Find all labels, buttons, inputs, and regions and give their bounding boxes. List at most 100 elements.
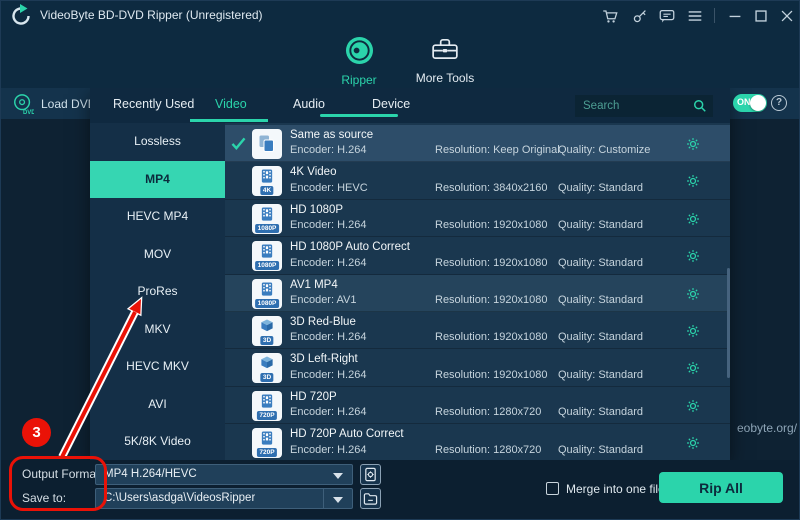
format-row[interactable]: 3D 3D Red-Blue Encoder: H.264 Resolution… — [225, 312, 730, 349]
format-quality: Quality: Standard — [558, 294, 643, 306]
active-tab-underline — [320, 114, 398, 117]
svg-text:DVD: DVD — [23, 110, 34, 115]
sidebar-format-item[interactable]: MOV — [90, 236, 225, 274]
key-icon[interactable] — [631, 7, 649, 25]
format-title: 4K Video — [290, 166, 336, 178]
film-icon — [260, 430, 275, 446]
gear-icon[interactable] — [685, 360, 701, 376]
output-format-dropdown[interactable]: MP4 H.264/HEVC — [95, 464, 353, 485]
gear-icon[interactable] — [685, 248, 701, 264]
gear-icon[interactable] — [685, 323, 701, 339]
video-tab-underline — [190, 119, 268, 122]
format-title: HD 720P Auto Correct — [290, 428, 404, 440]
format-quality: Quality: Standard — [558, 182, 643, 194]
check-icon — [231, 137, 246, 150]
ripper-icon — [345, 36, 374, 65]
format-resolution: Resolution: 1920x1080 — [435, 369, 548, 381]
format-resolution: Resolution: 1920x1080 — [435, 219, 548, 231]
format-row[interactable]: 4K 4K Video Encoder: HEVC Resolution: 38… — [225, 162, 730, 199]
titlebar-separator — [714, 8, 715, 23]
gear-icon[interactable] — [685, 286, 701, 302]
format-row[interactable]: 3D 3D Left-Right Encoder: H.264 Resoluti… — [225, 349, 730, 386]
format-title: 3D Red-Blue — [290, 316, 356, 328]
save-to-label: Save to: — [22, 491, 66, 505]
sidebar-format-item[interactable]: AVI — [90, 386, 225, 424]
cart-icon[interactable] — [601, 7, 619, 25]
tab-recently-used[interactable]: Recently Used — [113, 97, 194, 111]
format-icon: 720P — [252, 391, 282, 421]
format-row[interactable]: 1080P HD 1080P Encoder: H.264 Resolution… — [225, 200, 730, 237]
merge-checkbox[interactable] — [546, 482, 559, 495]
format-resolution: Resolution: 1920x1080 — [435, 331, 548, 343]
film-icon — [260, 168, 275, 184]
gear-icon[interactable] — [685, 173, 701, 189]
tab-ripper[interactable]: Ripper — [320, 36, 398, 87]
sidebar-format-item[interactable]: MKV — [90, 311, 225, 349]
profile-settings-button[interactable] — [360, 464, 381, 485]
annotation-step-badge: 3 — [22, 418, 51, 447]
close-icon[interactable] — [778, 7, 796, 25]
format-resolution: Resolution: 1280x720 — [435, 406, 541, 418]
format-icon — [252, 129, 282, 159]
maximize-icon[interactable] — [752, 7, 770, 25]
sidebar-format-item[interactable]: ProRes — [90, 273, 225, 311]
window-title: VideoByte BD-DVD Ripper (Unregistered) — [40, 8, 263, 22]
tab-more-tools[interactable]: More Tools — [400, 36, 490, 85]
sidebar-format-item[interactable]: MP4 — [90, 161, 225, 199]
output-format-label: Output Format: — [22, 467, 103, 481]
resolution-badge: 3D — [260, 336, 273, 345]
gear-icon[interactable] — [685, 435, 701, 451]
format-icon: 1080P — [252, 279, 282, 309]
resolution-badge: 4K — [260, 186, 273, 195]
app-logo-icon — [9, 3, 33, 27]
format-quality: Quality: Standard — [558, 331, 643, 343]
format-icon: 1080P — [252, 204, 282, 234]
browse-folder-button[interactable] — [360, 488, 381, 509]
nav-strip: Ripper More Tools — [0, 30, 800, 88]
load-dvd-button[interactable]: DVD Load DVD — [12, 92, 96, 116]
search-icon[interactable] — [693, 99, 707, 113]
sidebar-format-item[interactable]: HEVC MKV — [90, 348, 225, 386]
search-input[interactable] — [583, 95, 688, 117]
tab-device[interactable]: Device — [372, 97, 410, 111]
format-icon: 3D — [252, 316, 282, 346]
gear-icon[interactable] — [685, 211, 701, 227]
folder-icon — [363, 491, 378, 506]
format-row[interactable]: Same as source Encoder: H.264 Resolution… — [225, 125, 730, 162]
rip-all-button[interactable]: Rip All — [659, 472, 783, 503]
format-title: 3D Left-Right — [290, 353, 358, 365]
dropdown-divider — [323, 489, 324, 508]
save-to-dropdown[interactable]: C:\Users\asdga\VideosRipper — [95, 488, 353, 509]
sidebar-format-item[interactable]: Lossless — [90, 123, 225, 161]
tab-ripper-label: Ripper — [320, 73, 398, 87]
sidebar-format-item[interactable]: HEVC MP4 — [90, 198, 225, 236]
gear-icon[interactable] — [685, 136, 701, 152]
format-title: HD 1080P Auto Correct — [290, 241, 410, 253]
format-icon: 4K — [252, 166, 282, 196]
format-row[interactable]: 1080P AV1 MP4 Encoder: AV1 Resolution: 1… — [225, 275, 730, 312]
format-row[interactable]: 1080P HD 1080P Auto Correct Encoder: H.2… — [225, 237, 730, 274]
format-resolution: Resolution: 1280x720 — [435, 444, 541, 456]
sidebar-format-item[interactable]: 5K/8K Video — [90, 423, 225, 460]
tab-audio[interactable]: Audio — [293, 97, 325, 111]
watermark-text: eobyte.org/ — [737, 421, 797, 435]
tab-video[interactable]: Video — [215, 97, 247, 111]
format-row[interactable]: 720P HD 720P Encoder: H.264 Resolution: … — [225, 387, 730, 424]
format-resolution: Resolution: Keep Original — [435, 144, 560, 156]
minimize-icon[interactable] — [726, 7, 744, 25]
format-resolution: Resolution: 3840x2160 — [435, 182, 548, 194]
on-toggle[interactable]: ON — [733, 94, 767, 112]
format-encoder: Encoder: HEVC — [290, 182, 368, 194]
gear-icon[interactable] — [685, 398, 701, 414]
format-encoder: Encoder: H.264 — [290, 444, 366, 456]
help-icon[interactable]: ? — [771, 95, 787, 111]
toggle-label: ON — [737, 97, 751, 107]
list-scrollbar[interactable] — [727, 268, 730, 378]
feedback-icon[interactable] — [658, 7, 676, 25]
save-to-value: C:\Users\asdga\VideosRipper — [104, 492, 255, 504]
format-title: Same as source — [290, 129, 373, 141]
format-row[interactable]: 720P HD 720P Auto Correct Encoder: H.264… — [225, 424, 730, 460]
format-title: HD 1080P — [290, 204, 343, 216]
film-icon — [260, 393, 275, 409]
menu-icon[interactable] — [686, 7, 704, 25]
